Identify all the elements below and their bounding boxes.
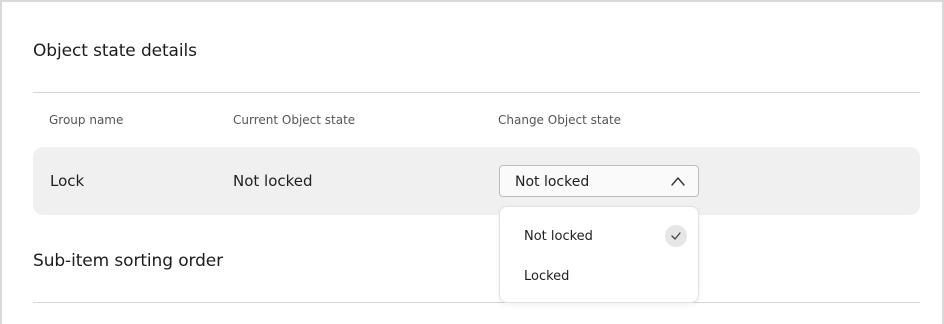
column-header-change-state: Change Object state: [498, 113, 622, 127]
chevron-up-icon: [671, 177, 685, 186]
section-title-object-state: Object state details: [33, 41, 197, 61]
column-header-current-state: Current Object state: [233, 113, 356, 127]
dropdown-option-locked[interactable]: Locked: [500, 258, 698, 294]
change-state-select[interactable]: Not locked: [499, 165, 699, 197]
divider: [33, 302, 920, 303]
select-value: Not locked: [515, 174, 590, 190]
table-row: Lock Not locked Not locked: [33, 147, 920, 215]
checkmark-icon: [665, 225, 687, 247]
group-name-cell: Lock: [50, 172, 85, 190]
state-dropdown-menu: Not locked Locked: [499, 206, 699, 303]
option-label: Locked: [524, 269, 570, 284]
dropdown-option-not-locked[interactable]: Not locked: [500, 218, 698, 254]
divider: [33, 92, 920, 93]
option-label: Not locked: [524, 229, 593, 244]
column-header-group-name: Group name: [49, 113, 124, 127]
current-state-cell: Not locked: [233, 172, 313, 190]
section-title-sub-item-sorting: Sub-item sorting order: [33, 251, 224, 271]
